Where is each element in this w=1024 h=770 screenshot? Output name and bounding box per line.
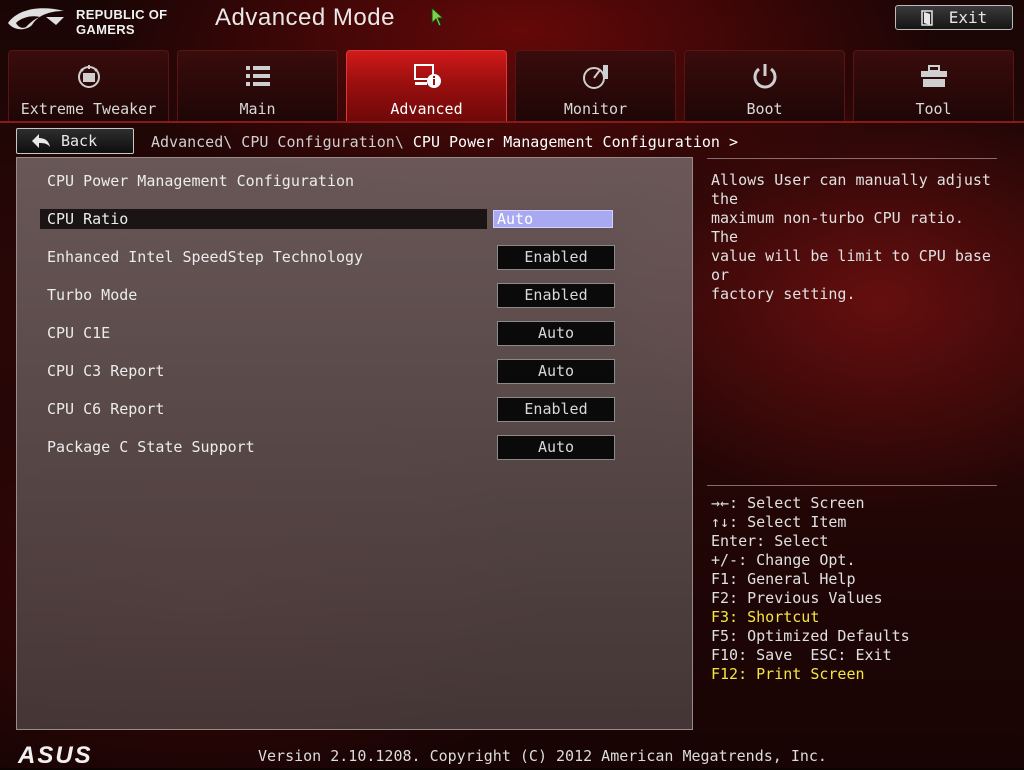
mouse-cursor-icon — [431, 7, 445, 27]
key-hint: +/-: Change Opt. — [711, 551, 856, 569]
setting-label: Package C State Support — [47, 438, 255, 456]
breadcrumb: Advanced\ CPU Configuration\ CPU Power M… — [151, 133, 738, 151]
tab-underline — [0, 121, 1024, 123]
setting-label: Enhanced Intel SpeedStep Technology — [47, 248, 364, 266]
setting-row-package-c-state[interactable]: Package C State Support Auto — [40, 435, 620, 460]
help-line: Allows User can manually adjust the — [711, 171, 991, 208]
rog-brand-text: REPUBLIC OF GAMERS — [76, 7, 167, 37]
section-title: CPU Power Management Configuration — [47, 172, 355, 190]
setting-label: CPU C3 Report — [47, 362, 165, 380]
power-icon — [753, 64, 776, 89]
setting-label: CPU C1E — [47, 324, 111, 342]
setting-row-cpu-ratio[interactable]: CPU Ratio Auto — [40, 209, 620, 229]
main-tabs: Extreme Tweaker Main Advanced Monitor Bo… — [8, 50, 1016, 122]
tab-label: Main — [239, 100, 276, 118]
version-copyright: Version 2.10.1208. Copyright (C) 2012 Am… — [258, 747, 827, 765]
tab-label: Advanced — [390, 100, 463, 118]
setting-row-turbo-mode[interactable]: Turbo Mode Enabled — [40, 283, 620, 308]
tab-label: Boot — [746, 100, 783, 118]
key-hint: F2: Previous Values — [711, 589, 883, 607]
key-hint: F10: Save ESC: Exit — [711, 646, 892, 664]
tab-main[interactable]: Main — [177, 50, 338, 122]
tab-label: Extreme Tweaker — [20, 100, 157, 118]
help-line: value will be limit to CPU base or — [711, 247, 991, 284]
key-legend: →←: Select Screen ↑↓: Select Item Enter:… — [711, 494, 910, 684]
setting-row-speedstep[interactable]: Enhanced Intel SpeedStep Technology Enab… — [40, 245, 620, 270]
asus-logo: ASUS — [18, 742, 93, 769]
help-line: factory setting. — [711, 285, 856, 303]
key-hint: →←: Select Screen — [711, 494, 865, 512]
setting-label: CPU C6 Report — [47, 400, 165, 418]
key-hint: F5: Optimized Defaults — [711, 627, 910, 645]
breadcrumb-current: CPU Power Management Configuration > — [412, 133, 739, 151]
tab-advanced[interactable]: Advanced — [346, 50, 507, 122]
setting-label: Turbo Mode — [47, 286, 138, 304]
brand-line-2: GAMERS — [76, 22, 135, 37]
setting-value-select[interactable]: Auto — [497, 321, 615, 346]
rog-eye-icon — [8, 8, 64, 30]
breadcrumb-path[interactable]: Advanced\ CPU Configuration\ — [151, 133, 413, 151]
rog-logo: REPUBLIC OF GAMERS — [6, 3, 191, 37]
key-hint: F1: General Help — [711, 570, 856, 588]
tab-label: Monitor — [563, 100, 628, 118]
tab-label: Tool — [915, 100, 952, 118]
back-button[interactable]: Back — [16, 128, 134, 154]
exit-button[interactable]: Exit — [895, 5, 1013, 30]
back-label: Back — [61, 132, 98, 150]
setting-row-cpu-c1e[interactable]: CPU C1E Auto — [40, 321, 620, 346]
brand-line-1: REPUBLIC OF — [76, 7, 168, 22]
exit-label: Exit — [948, 8, 988, 27]
setting-value-select[interactable]: Enabled — [497, 397, 615, 422]
tweaker-icon — [77, 65, 100, 88]
advanced-info-icon — [413, 64, 441, 88]
help-description: Allows User can manually adjust the maxi… — [711, 171, 996, 304]
tab-boot[interactable]: Boot — [684, 50, 845, 122]
help-top-divider — [707, 158, 997, 159]
back-arrow-icon — [32, 134, 50, 148]
setting-row-cpu-c6-report[interactable]: CPU C6 Report Enabled — [40, 397, 620, 422]
tab-extreme-tweaker[interactable]: Extreme Tweaker — [8, 50, 169, 122]
setting-value-input[interactable]: Auto — [493, 210, 613, 228]
setting-value-select[interactable]: Auto — [497, 435, 615, 460]
setting-value-select[interactable]: Enabled — [497, 245, 615, 270]
help-line: maximum non-turbo CPU ratio. The — [711, 209, 964, 246]
setting-value-select[interactable]: Auto — [497, 359, 615, 384]
setting-label: CPU Ratio — [47, 210, 129, 228]
monitor-gauge-icon — [582, 65, 608, 89]
key-hint: Enter: Select — [711, 532, 829, 550]
tab-tool[interactable]: Tool — [853, 50, 1014, 122]
list-icon — [245, 66, 270, 86]
key-hint-print-screen[interactable]: F12: Print Screen — [711, 665, 910, 684]
setting-value-select[interactable]: Enabled — [497, 283, 615, 308]
key-hint-shortcut[interactable]: F3: Shortcut — [711, 608, 910, 627]
tab-monitor[interactable]: Monitor — [515, 50, 676, 122]
setting-row-cpu-c3-report[interactable]: CPU C3 Report Auto — [40, 359, 620, 384]
page-title: Advanced Mode — [215, 4, 395, 31]
help-keys-divider — [707, 485, 997, 486]
toolbox-icon — [920, 65, 947, 87]
exit-door-icon — [920, 9, 933, 26]
key-hint: ↑↓: Select Item — [711, 513, 847, 531]
